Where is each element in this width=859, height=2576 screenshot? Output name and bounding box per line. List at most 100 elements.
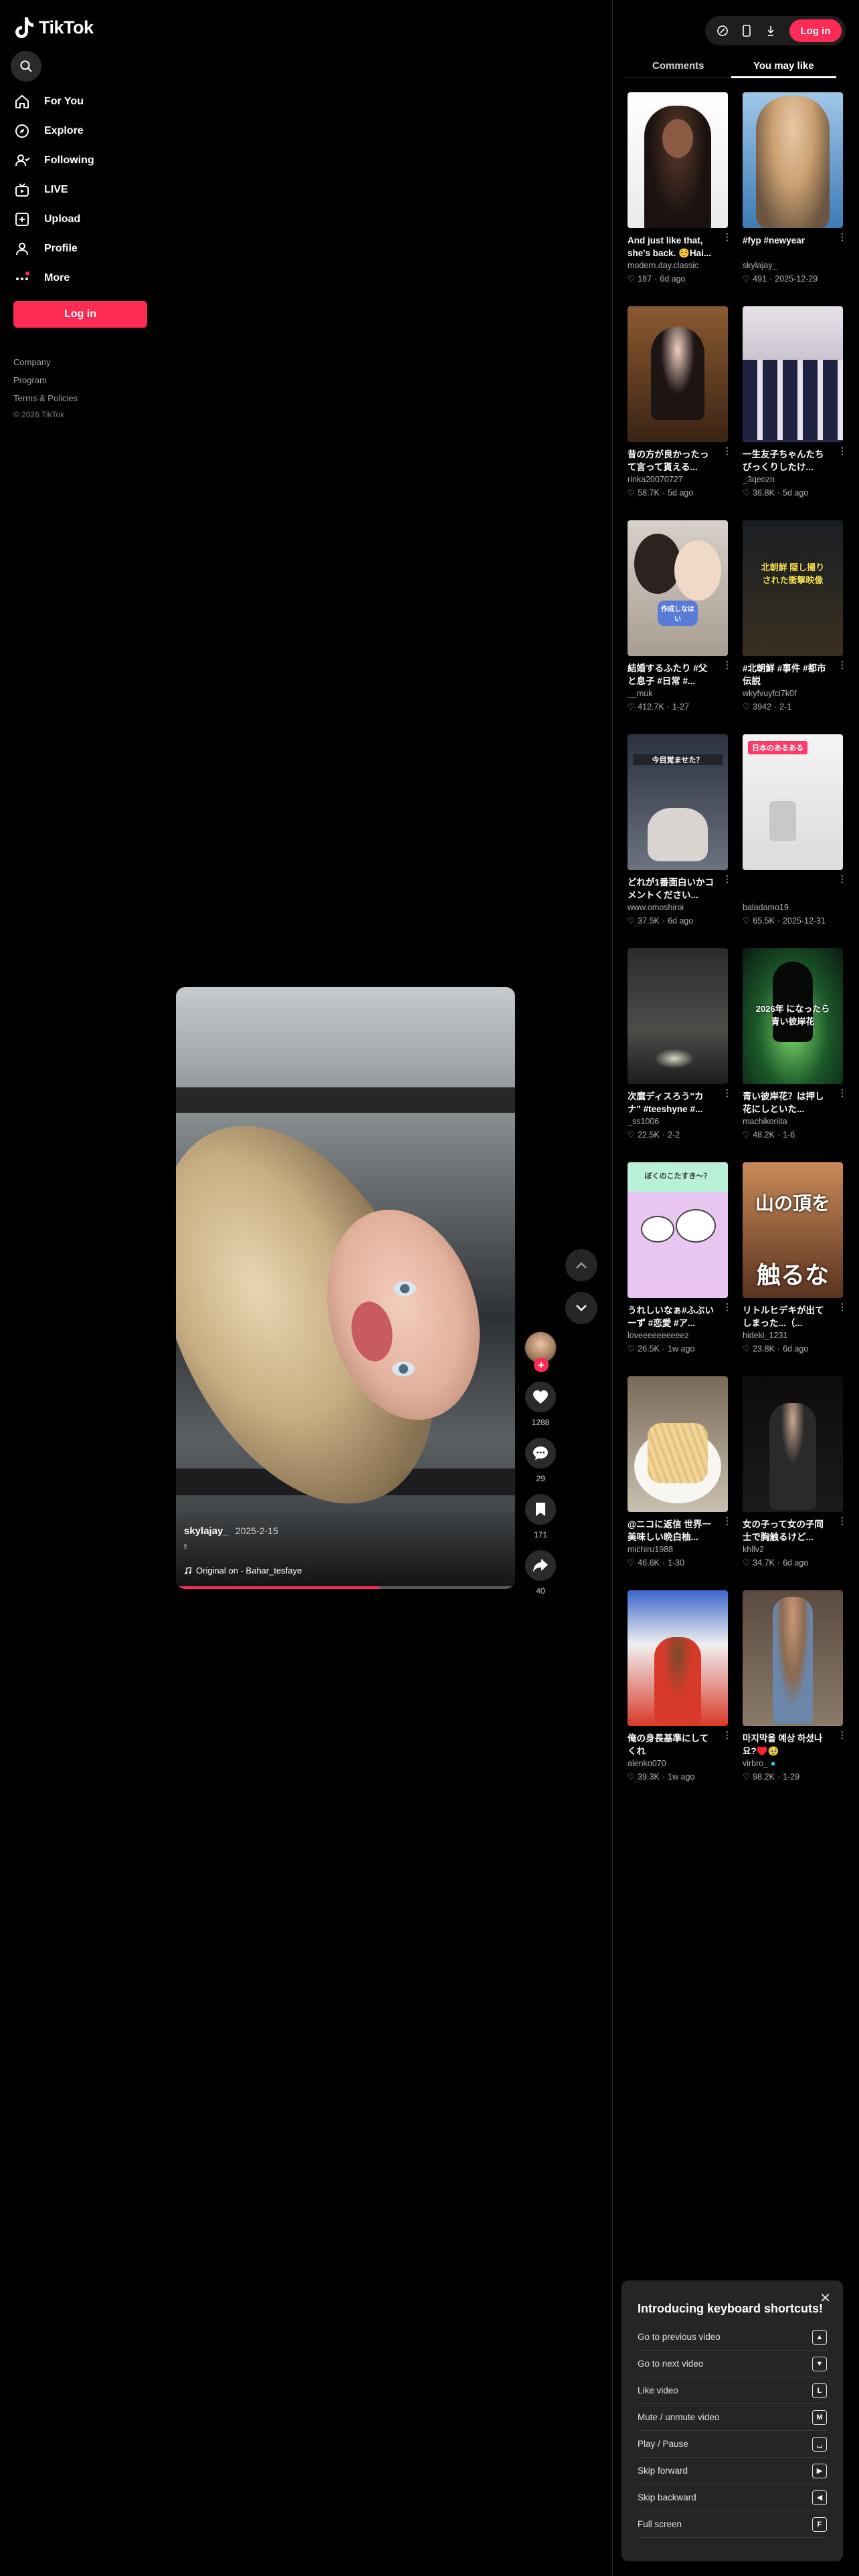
video-card[interactable]: 次麿ディスろう"カナ" #teeshyne #... ⋮ _ss1006 ♡ 22…	[628, 948, 732, 1162]
card-title[interactable]: @ニコに返信 世界一美味しい晩白柚...	[628, 1518, 716, 1543]
card-title[interactable]: うれしいなぁ#ふぶいーず #恋愛 #ア...	[628, 1304, 716, 1329]
video-card[interactable]: 日本のあるある ⋮ baladamo19 ♡ 65.5K · 2025-12-31	[743, 734, 847, 948]
follow-plus-icon[interactable]: +	[534, 1358, 549, 1372]
card-title[interactable]: どれが1番面白いかコメントください...	[628, 876, 716, 901]
next-video-button[interactable]	[565, 1292, 597, 1324]
more-options-icon[interactable]: ⋮	[838, 1302, 847, 1311]
more-options-icon[interactable]: ⋮	[723, 660, 732, 669]
top-login-button[interactable]: Log in	[789, 19, 842, 42]
sidebar-item-following[interactable]: Following	[13, 146, 154, 175]
more-options-icon[interactable]: ⋮	[723, 874, 732, 883]
video-thumbnail[interactable]: 2026年 になったら 青い彼岸花	[743, 948, 843, 1084]
card-author[interactable]: khllv2	[743, 1545, 843, 1556]
footer-program-link[interactable]: Program	[13, 371, 78, 389]
video-card[interactable]: 北朝鮮 隠し撮りされた衝撃映像 #北朝鮮 #事件 #都市伝説 ⋮ wkyfvuy…	[743, 520, 847, 734]
card-title[interactable]: 一生友子ちゃんたちびっくりしたけ...	[743, 448, 831, 473]
close-icon[interactable]: ✕	[820, 2290, 831, 2306]
card-title[interactable]: 마지막을 예상 하셨나요?♥️🥹	[743, 1732, 831, 1757]
card-author[interactable]: skylajay_	[743, 261, 843, 272]
video-thumbnail[interactable]: 山の頂を 触るな	[743, 1162, 843, 1298]
card-title[interactable]: #fyp #newyear	[743, 234, 831, 259]
card-title[interactable]: #北朝鮮 #事件 #都市伝説	[743, 662, 831, 687]
card-author[interactable]: wkyfvuyfci7k0f	[743, 689, 843, 700]
video-card[interactable]: And just like that, she's back. ☺️Hai...…	[628, 92, 732, 306]
video-thumbnail[interactable]	[628, 92, 728, 228]
more-options-icon[interactable]: ⋮	[838, 1730, 847, 1739]
more-options-icon[interactable]: ⋮	[723, 232, 732, 241]
footer-company-link[interactable]: Company	[13, 353, 78, 371]
video-card[interactable]: 2026年 になったら 青い彼岸花 青い彼岸花？は押し花にしといた... ⋮ m…	[743, 948, 847, 1162]
video-progress-bar[interactable]	[176, 1586, 515, 1589]
video-author[interactable]: skylajay_	[184, 1525, 229, 1537]
card-author[interactable]: hideki_1231	[743, 1331, 843, 1342]
sidebar-item-more[interactable]: More	[13, 263, 154, 293]
card-author[interactable]: baladamo19	[743, 903, 843, 914]
coins-button[interactable]	[713, 21, 732, 40]
tiktok-logo[interactable]: TikTok	[15, 16, 94, 39]
card-title[interactable]: And just like that, she's back. ☺️Hai...	[628, 234, 716, 259]
footer-terms-link[interactable]: Terms & Policies	[13, 389, 78, 407]
card-title[interactable]	[743, 876, 831, 901]
video-card[interactable]: 山の頂を 触るな リトルヒデキが出てしまった...（... ⋮ hideki_1…	[743, 1162, 847, 1376]
comment-button[interactable]	[525, 1438, 556, 1469]
card-author[interactable]: modern.day.classic	[628, 261, 728, 272]
video-card[interactable]: #fyp #newyear ⋮ skylajay_ ♡ 491 · 2025-12-2…	[743, 92, 847, 306]
video-card[interactable]: 마지막을 예상 하셨나요?♥️🥹 ⋮ virbro_ ● ♡ 98.2K · 1-29	[743, 1590, 847, 1804]
video-music[interactable]: Original on - Bahar_tesfaye	[184, 1566, 302, 1576]
video-thumbnail[interactable]	[628, 948, 728, 1084]
video-card[interactable]: 俺の身長基準にしてくれ ⋮ alenko070 ♡ 39.3K · 1w ago	[628, 1590, 732, 1804]
video-thumbnail[interactable]: 日本のあるある	[743, 734, 843, 870]
video-thumbnail[interactable]	[628, 306, 728, 442]
card-author[interactable]: virbro_ ●	[743, 1759, 843, 1770]
video-thumbnail[interactable]	[628, 1590, 728, 1726]
more-options-icon[interactable]: ⋮	[838, 1516, 847, 1525]
video-thumbnail[interactable]	[743, 1376, 843, 1512]
video-thumbnail[interactable]: ぼくのこたすき～？	[628, 1162, 728, 1298]
card-title[interactable]: 昔の方が良かったって言って貰える...	[628, 448, 716, 473]
card-title[interactable]: リトルヒデキが出てしまった...（...	[743, 1304, 831, 1329]
more-options-icon[interactable]: ⋮	[838, 874, 847, 883]
card-author[interactable]: machikoriita	[743, 1117, 843, 1128]
get-app-button[interactable]	[737, 21, 756, 40]
more-options-icon[interactable]: ⋮	[723, 1516, 732, 1525]
more-options-icon[interactable]: ⋮	[838, 660, 847, 669]
card-author[interactable]: alenko070	[628, 1759, 728, 1770]
sidebar-item-profile[interactable]: Profile	[13, 234, 154, 263]
download-button[interactable]	[761, 21, 780, 40]
card-author[interactable]: __muk	[628, 689, 728, 700]
like-button[interactable]	[525, 1382, 556, 1412]
more-options-icon[interactable]: ⋮	[838, 446, 847, 455]
video-thumbnail[interactable]: 今目覚ませた？	[628, 734, 728, 870]
more-options-icon[interactable]: ⋮	[723, 1302, 732, 1311]
video-card[interactable]: ぼくのこたすき～？ うれしいなぁ#ふぶいーず #恋愛 #ア... ⋮ lovee…	[628, 1162, 732, 1376]
creator-avatar-wrap[interactable]: +	[524, 1331, 557, 1372]
save-button[interactable]	[525, 1494, 556, 1525]
sidebar-item-upload[interactable]: Upload	[13, 205, 154, 234]
video-card[interactable]: 一生友子ちゃんたちびっくりしたけ... ⋮ _3qeozn ♡ 36.8K · 5d …	[743, 306, 847, 520]
video-card[interactable]: 作成しなはい 結婚するふたり #父と息子 #日常 #... ⋮ __muk ♡ 4…	[628, 520, 732, 734]
video-thumbnail[interactable]: 作成しなはい	[628, 520, 728, 656]
card-author[interactable]: _3qeozn	[743, 475, 843, 486]
more-options-icon[interactable]: ⋮	[723, 446, 732, 455]
video-thumbnail[interactable]	[628, 1376, 728, 1512]
video-card[interactable]: 今目覚ませた？ どれが1番面白いかコメントください... ⋮ www.omosh…	[628, 734, 732, 948]
card-title[interactable]: 俺の身長基準にしてくれ	[628, 1732, 716, 1757]
search-button[interactable]	[11, 51, 41, 82]
video-thumbnail[interactable]	[743, 306, 843, 442]
sidebar-item-live[interactable]: LIVE	[13, 175, 154, 205]
video-card[interactable]: 昔の方が良かったって言って貰える... ⋮ rinka20070727 ♡ 58.…	[628, 306, 732, 520]
more-options-icon[interactable]: ⋮	[838, 232, 847, 241]
video-thumbnail[interactable]	[743, 92, 843, 228]
video-player[interactable]: skylajay_ 2025-2-15 ᵎᵎ Original on - Bah…	[176, 987, 515, 1589]
card-title[interactable]: 次麿ディスろう"カナ" #teeshyne #...	[628, 1090, 716, 1115]
video-thumbnail[interactable]	[743, 1590, 843, 1726]
more-options-icon[interactable]: ⋮	[723, 1088, 732, 1097]
video-card[interactable]: 女の子って女の子同士で胸触るけど... ⋮ khllv2 ♡ 34.7K · 6d a…	[743, 1376, 847, 1590]
card-title[interactable]: 女の子って女の子同士で胸触るけど...	[743, 1518, 831, 1543]
tab-you-may-like[interactable]: You may like	[731, 55, 837, 78]
card-title[interactable]: 青い彼岸花？は押し花にしといた...	[743, 1090, 831, 1115]
more-options-icon[interactable]: ⋮	[838, 1088, 847, 1097]
card-author[interactable]: michiru1988	[628, 1545, 728, 1556]
sidebar-item-for-you[interactable]: For You	[13, 87, 154, 116]
video-thumbnail[interactable]: 北朝鮮 隠し撮りされた衝撃映像	[743, 520, 843, 656]
